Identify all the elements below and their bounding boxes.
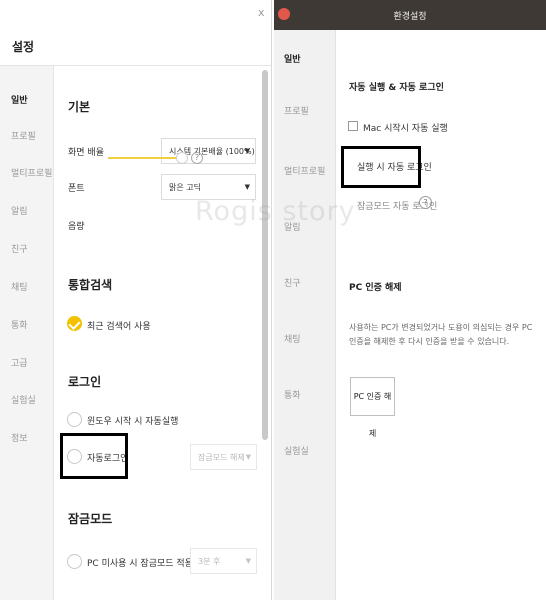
mac-autostart-label: Mac 시작시 자동 실행 xyxy=(363,124,448,134)
idle-time-select: 3분 후 ▼ xyxy=(190,548,257,574)
watermark-text: Rogis story xyxy=(195,196,356,227)
idle-lock-label: PC 미사용 시 잠금모드 적용 xyxy=(87,559,193,569)
chevron-down-icon: ▼ xyxy=(245,453,251,461)
volume-slider-handle[interactable] xyxy=(176,152,188,164)
font-label: 폰트 xyxy=(68,184,85,194)
pc-auth-reset-button[interactable]: PC 인증 해제 xyxy=(350,377,395,438)
section-search-heading: 통합검색 xyxy=(68,278,113,292)
sidebar-item-info[interactable]: 정보 xyxy=(11,431,28,444)
idle-lock-radio[interactable] xyxy=(67,554,82,569)
sidebar-item-advanced[interactable]: 고급 xyxy=(11,356,28,369)
window-titlebar: 환경설정 xyxy=(274,0,546,30)
lockmode-select: 잠금모드 해제 ▼ xyxy=(190,444,257,470)
sidebar-item-notifications[interactable]: 알림 xyxy=(11,204,28,217)
highlight-box xyxy=(60,433,128,479)
idle-time-select-value: 3분 후 xyxy=(198,557,221,566)
sidebar-item-friends[interactable]: 친구 xyxy=(284,276,301,289)
sidebar-item-profile[interactable]: 프로필 xyxy=(284,104,309,117)
settings-sidebar: 일반 프로필 멀티프로필 알림 친구 채팅 통화 고급 실험실 정보 xyxy=(0,66,54,600)
sidebar-item-multiprofile[interactable]: 멀티프로필 xyxy=(11,166,52,179)
sidebar-item-general[interactable]: 일반 xyxy=(284,52,301,65)
section-basic-heading: 기본 xyxy=(68,100,91,114)
autostart-radio[interactable] xyxy=(67,412,82,427)
autostart-label: 윈도우 시작 시 자동실행 xyxy=(87,417,179,427)
sidebar-item-calls[interactable]: 통화 xyxy=(284,388,301,401)
window-title: 설정 xyxy=(12,40,35,54)
sidebar-item-multiprofile[interactable]: 멀티프로필 xyxy=(284,164,325,177)
volume-label: 음량 xyxy=(68,222,85,232)
section-lock-heading: 잠금모드 xyxy=(68,512,113,526)
autorun-heading: 자동 실행 & 자동 로그인 xyxy=(349,83,444,93)
sidebar-item-chats[interactable]: 채팅 xyxy=(284,332,301,345)
preferences-sidebar: 일반 프로필 멀티프로필 알림 친구 채팅 통화 실험실 xyxy=(274,30,336,600)
sidebar-item-general[interactable]: 일반 xyxy=(11,93,28,106)
mac-preferences-window: 환경설정 일반 프로필 멀티프로필 알림 친구 채팅 통화 실험실 자동 실행 … xyxy=(274,0,546,600)
recent-search-label: 최근 검색어 사용 xyxy=(87,322,151,332)
font-select-value: 맑은 고딕 xyxy=(169,183,201,192)
chevron-down-icon: ▼ xyxy=(244,147,250,155)
close-icon[interactable]: x xyxy=(258,6,265,19)
sidebar-item-friends[interactable]: 친구 xyxy=(11,242,28,255)
help-icon[interactable]: ? xyxy=(419,196,432,209)
sidebar-item-profile[interactable]: 프로필 xyxy=(11,129,36,142)
chevron-down-icon: ▼ xyxy=(245,557,251,565)
volume-slider-track[interactable] xyxy=(108,157,178,159)
sidebar-item-chats[interactable]: 채팅 xyxy=(11,280,28,293)
pc-auth-heading: PC 인증 해제 xyxy=(349,283,402,293)
help-icon[interactable]: ? xyxy=(191,152,203,164)
windows-settings-window: x 설정 일반 프로필 멀티프로필 알림 친구 채팅 통화 고급 실험실 정보 … xyxy=(0,0,272,600)
sidebar-item-lab[interactable]: 실험실 xyxy=(284,444,309,457)
sidebar-item-lab[interactable]: 실험실 xyxy=(11,393,36,406)
window-title: 환경설정 xyxy=(393,12,427,22)
highlight-box xyxy=(341,146,421,188)
pc-auth-description: 사용하는 PC가 변경되었거나 도용이 의심되는 경우 PC 인증을 해제한 후… xyxy=(349,323,533,346)
recent-search-checkbox[interactable] xyxy=(67,316,82,331)
zoom-select[interactable]: 시스템 기본배율 (100%) ▼ xyxy=(161,138,256,164)
sidebar-item-calls[interactable]: 통화 xyxy=(11,318,28,331)
zoom-label: 화면 배율 xyxy=(68,148,104,158)
scrollbar[interactable] xyxy=(262,70,268,440)
section-login-heading: 로그인 xyxy=(68,375,102,389)
chevron-down-icon: ▼ xyxy=(244,183,250,191)
mac-autostart-checkbox[interactable] xyxy=(348,121,358,131)
lockmode-select-value: 잠금모드 해제 xyxy=(198,453,245,462)
